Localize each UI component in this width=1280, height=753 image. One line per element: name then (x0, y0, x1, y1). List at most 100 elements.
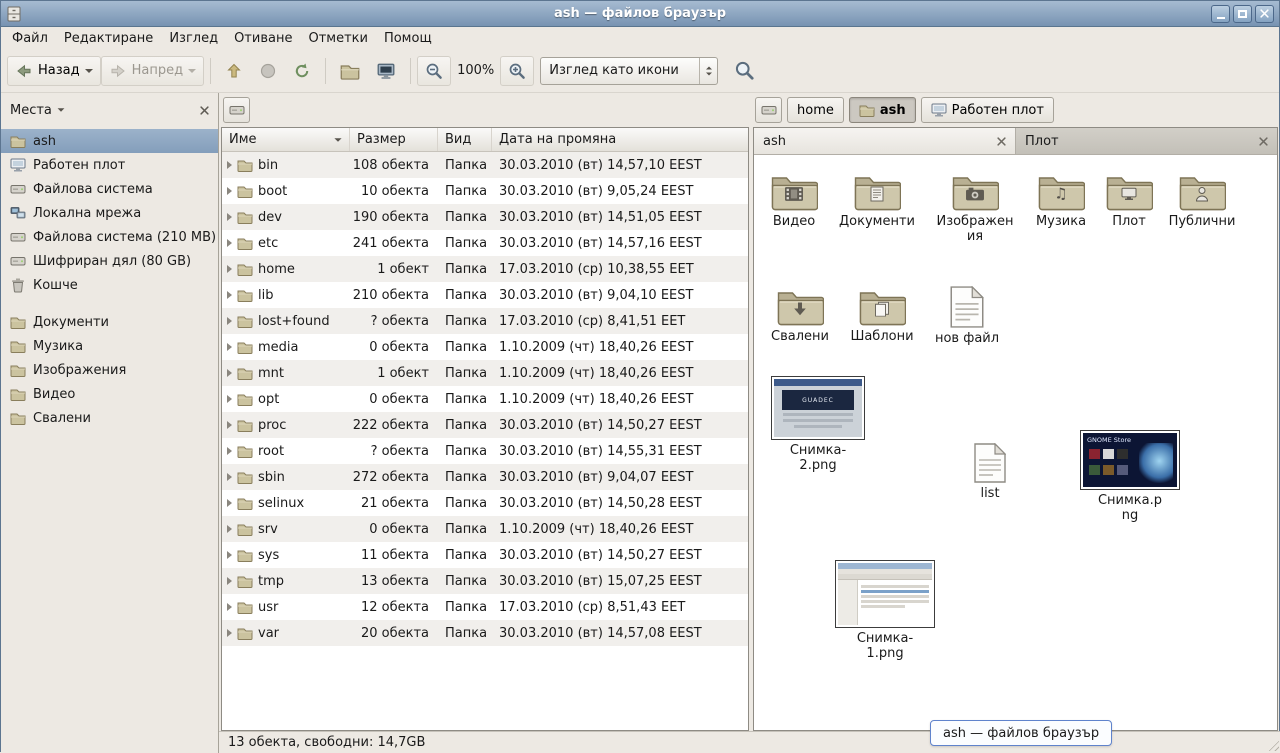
home-button[interactable] (332, 56, 368, 86)
view-mode-select[interactable]: Изглед като икони (540, 57, 718, 85)
sidebar-item-documents[interactable]: Документи (1, 310, 218, 334)
table-row[interactable]: proc222 обектаПапка30.03.2010 (вт) 14,50… (222, 412, 748, 438)
icon-view[interactable]: Видео Документи Изображения (754, 155, 1277, 730)
sidebar-close-button[interactable] (200, 106, 209, 115)
search-button[interactable] (726, 56, 763, 86)
expander-icon[interactable] (227, 343, 232, 351)
forward-button[interactable]: Напред (101, 56, 204, 86)
expander-icon[interactable] (227, 447, 232, 455)
back-button[interactable]: Назад (7, 56, 101, 86)
breadcrumb-root-button[interactable] (755, 97, 782, 123)
table-row[interactable]: opt0 обектаПапка1.10.2009 (чт) 18,40,26 … (222, 386, 748, 412)
menu-help[interactable]: Помощ (376, 29, 440, 48)
table-row[interactable]: selinux21 обектаПапка30.03.2010 (вт) 14,… (222, 490, 748, 516)
expander-icon[interactable] (227, 291, 232, 299)
expander-icon[interactable] (227, 213, 232, 221)
table-row[interactable]: home1 обектПапка17.03.2010 (ср) 10,38,55… (222, 256, 748, 282)
expander-icon[interactable] (227, 577, 232, 585)
expander-icon[interactable] (227, 395, 232, 403)
menu-edit[interactable]: Редактиране (56, 29, 161, 48)
list-body[interactable]: bin108 обектаПапка30.03.2010 (вт) 14,57,… (222, 152, 748, 730)
breadcrumb-home-button[interactable]: home (787, 97, 844, 123)
stop-button[interactable] (251, 56, 285, 86)
image-item-snimka-1[interactable]: Снимка-1.png (830, 560, 940, 662)
maximize-button[interactable] (1233, 5, 1252, 23)
folder-item-templates[interactable]: Шаблони (842, 288, 922, 345)
expander-icon[interactable] (227, 551, 232, 559)
table-row[interactable]: dev190 обектаПапка30.03.2010 (вт) 14,51,… (222, 204, 748, 230)
table-row[interactable]: media0 обектаПапка1.10.2009 (чт) 18,40,2… (222, 334, 748, 360)
tab-close-button[interactable] (1259, 137, 1268, 146)
table-row[interactable]: boot10 обектаПапка30.03.2010 (вт) 9,05,2… (222, 178, 748, 204)
folder-item-public[interactable]: Публични (1162, 173, 1242, 230)
sidebar-item-downloads[interactable]: Свалени (1, 406, 218, 430)
table-row[interactable]: tmp13 обектаПапка30.03.2010 (вт) 15,07,2… (222, 568, 748, 594)
expander-icon[interactable] (227, 525, 232, 533)
table-row[interactable]: lost+found? обектаПапка17.03.2010 (ср) 8… (222, 308, 748, 334)
sidebar-title[interactable]: Места (10, 103, 52, 118)
view-mode-spinner[interactable] (699, 58, 717, 84)
folder-item-video[interactable]: Видео (754, 173, 834, 230)
image-item-snimka[interactable]: GNOME Store Снимка.png (1075, 430, 1185, 524)
menu-bookmarks[interactable]: Отметки (300, 29, 375, 48)
sidebar-item-filesystem[interactable]: Файлова система (1, 177, 218, 201)
tab-close-button[interactable] (997, 137, 1006, 146)
breadcrumb-desktop-button[interactable]: Работен плот (921, 97, 1054, 123)
table-row[interactable]: sbin272 обектаПапка30.03.2010 (вт) 9,04,… (222, 464, 748, 490)
folder-item-desktop[interactable]: Плот (1089, 173, 1169, 230)
table-row[interactable]: root? обектаПапка30.03.2010 (вт) 14,55,3… (222, 438, 748, 464)
column-header-size[interactable]: Размер (350, 128, 438, 151)
minimize-button[interactable] (1211, 5, 1230, 23)
expander-icon[interactable] (227, 187, 232, 195)
breadcrumb-ash-button[interactable]: ash (849, 97, 916, 123)
folder-item-downloads[interactable]: Свалени (760, 288, 840, 345)
file-item-new-file[interactable]: нов файл (927, 286, 1007, 347)
image-item-snimka-2[interactable]: GUADEC Снимка-2.png (763, 376, 873, 474)
file-item-list[interactable]: list (950, 443, 1030, 502)
sidebar-item-filesystem-210mb[interactable]: Файлова система (210 MB) (1, 225, 218, 249)
expander-icon[interactable] (227, 499, 232, 507)
menu-view[interactable]: Изглед (161, 29, 226, 48)
sidebar-item-pictures[interactable]: Изображения (1, 358, 218, 382)
table-row[interactable]: srv0 обектаПапка1.10.2009 (чт) 18,40,26 … (222, 516, 748, 542)
expander-icon[interactable] (227, 317, 232, 325)
folder-item-documents[interactable]: Документи (837, 173, 917, 230)
resize-grip[interactable] (1266, 738, 1279, 751)
location-toggle-button[interactable] (223, 97, 250, 123)
sidebar-item-music[interactable]: Музика (1, 334, 218, 358)
column-header-type[interactable]: Вид (438, 128, 492, 151)
menu-go[interactable]: Отиване (226, 29, 300, 48)
expander-icon[interactable] (227, 603, 232, 611)
close-button[interactable] (1255, 5, 1274, 23)
sidebar-item-network[interactable]: Локална мрежа (1, 201, 218, 225)
expander-icon[interactable] (227, 473, 232, 481)
sidebar-item-desktop[interactable]: Работен плот (1, 153, 218, 177)
table-row[interactable]: usr12 обектаПапка17.03.2010 (ср) 8,51,43… (222, 594, 748, 620)
folder-item-pictures[interactable]: Изображения (935, 173, 1015, 245)
table-row[interactable]: sys11 обектаПапка30.03.2010 (вт) 14,50,2… (222, 542, 748, 568)
table-row[interactable]: mnt1 обектПапка1.10.2009 (чт) 18,40,26 E… (222, 360, 748, 386)
table-row[interactable]: lib210 обектаПапка30.03.2010 (вт) 9,04,1… (222, 282, 748, 308)
expander-icon[interactable] (227, 369, 232, 377)
zoom-out-button[interactable] (417, 56, 451, 86)
zoom-in-button[interactable] (500, 56, 534, 86)
table-row[interactable]: bin108 обектаПапка30.03.2010 (вт) 14,57,… (222, 152, 748, 178)
expander-icon[interactable] (227, 265, 232, 273)
sidebar-item-encrypted-80gb[interactable]: Шифриран дял (80 GB) (1, 249, 218, 273)
expander-icon[interactable] (227, 629, 232, 637)
table-row[interactable]: etc241 обектаПапка30.03.2010 (вт) 14,57,… (222, 230, 748, 256)
table-row[interactable]: var20 обектаПапка30.03.2010 (вт) 14,57,0… (222, 620, 748, 646)
expander-icon[interactable] (227, 161, 232, 169)
column-header-modified[interactable]: Дата на промяна (492, 128, 748, 151)
column-header-name[interactable]: Име (222, 128, 350, 151)
tab-desktop[interactable]: Плот (1016, 128, 1277, 154)
sidebar-item-trash[interactable]: Кошче (1, 273, 218, 297)
sidebar-item-video[interactable]: Видео (1, 382, 218, 406)
sidebar-item-ash[interactable]: ash (1, 129, 218, 153)
up-button[interactable] (217, 56, 251, 86)
expander-icon[interactable] (227, 421, 232, 429)
tab-ash[interactable]: ash (754, 128, 1016, 154)
chevron-down-icon[interactable] (58, 108, 65, 111)
computer-button[interactable] (368, 56, 404, 86)
reload-button[interactable] (285, 56, 319, 86)
